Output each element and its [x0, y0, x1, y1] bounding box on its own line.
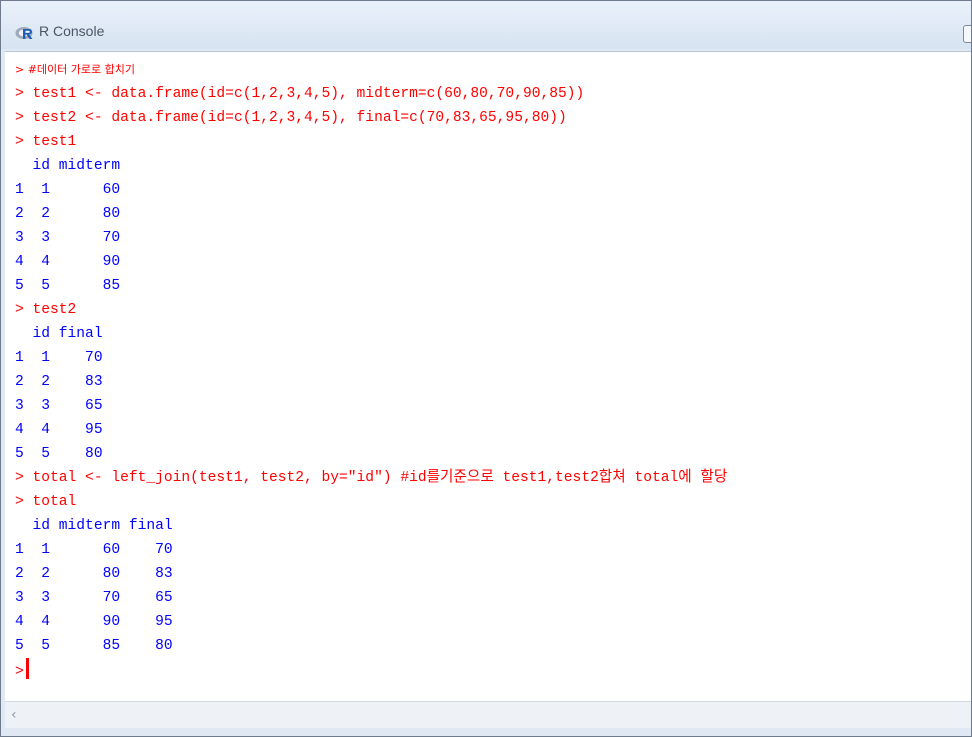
- console-output-line: id midterm final: [15, 518, 173, 534]
- console-input-line: > test2: [15, 302, 77, 318]
- console-output-area[interactable]: > #데이터 가로로 합치기 > test1 <- data.frame(id=c…: [5, 51, 971, 702]
- console-output-line: 4 4 90: [15, 254, 121, 270]
- r-logo-icon: [15, 27, 33, 39]
- console-output-line: 4 4 95: [15, 422, 103, 438]
- console-output-line: 1 1 60: [15, 182, 121, 198]
- console-output-line: 3 3 70 65: [15, 590, 173, 606]
- console-input-line: > #데이터 가로로 합치기: [15, 63, 136, 76]
- console-output-line: 2 2 80: [15, 206, 121, 222]
- title-bar[interactable]: R Console: [1, 1, 971, 49]
- console-input-line: > total: [15, 494, 77, 510]
- console-output-line: 2 2 80 83: [15, 566, 173, 582]
- console-output-line: 5 5 85 80: [15, 638, 173, 654]
- console-lines: > #데이터 가로로 합치기 > test1 <- data.frame(id=c…: [15, 58, 727, 682]
- r-console-window: R Console > #데이터 가로로 합치기 > test1 <- data.…: [0, 0, 972, 737]
- console-output-line: 5 5 85: [15, 278, 121, 294]
- console-output-line: id midterm: [15, 158, 121, 174]
- window-control-button[interactable]: [963, 25, 971, 43]
- console-output-line: 3 3 70: [15, 230, 121, 246]
- console-output-line: 3 3 65: [15, 398, 103, 414]
- text-cursor: [25, 658, 29, 679]
- window-title: R Console: [39, 23, 105, 39]
- console-prompt-line[interactable]: >: [15, 658, 727, 682]
- console-output-line: 2 2 83: [15, 374, 103, 390]
- console-input-line: > test2 <- data.frame(id=c(1,2,3,4,5), f…: [15, 110, 567, 126]
- chevron-left-icon[interactable]: ‹: [11, 707, 17, 723]
- console-input-line: > test1: [15, 134, 77, 150]
- console-output-line: 1 1 70: [15, 350, 103, 366]
- prompt-symbol: >: [15, 664, 24, 680]
- console-input-line: > total <- left_join(test1, test2, by="i…: [15, 470, 728, 486]
- horizontal-scrollbar[interactable]: ‹: [5, 701, 971, 728]
- console-output-line: 1 1 60 70: [15, 542, 173, 558]
- console-output-line: id final: [15, 326, 103, 342]
- console-output-line: 4 4 90 95: [15, 614, 173, 630]
- console-input-line: > test1 <- data.frame(id=c(1,2,3,4,5), m…: [15, 86, 585, 102]
- console-output-line: 5 5 80: [15, 446, 103, 462]
